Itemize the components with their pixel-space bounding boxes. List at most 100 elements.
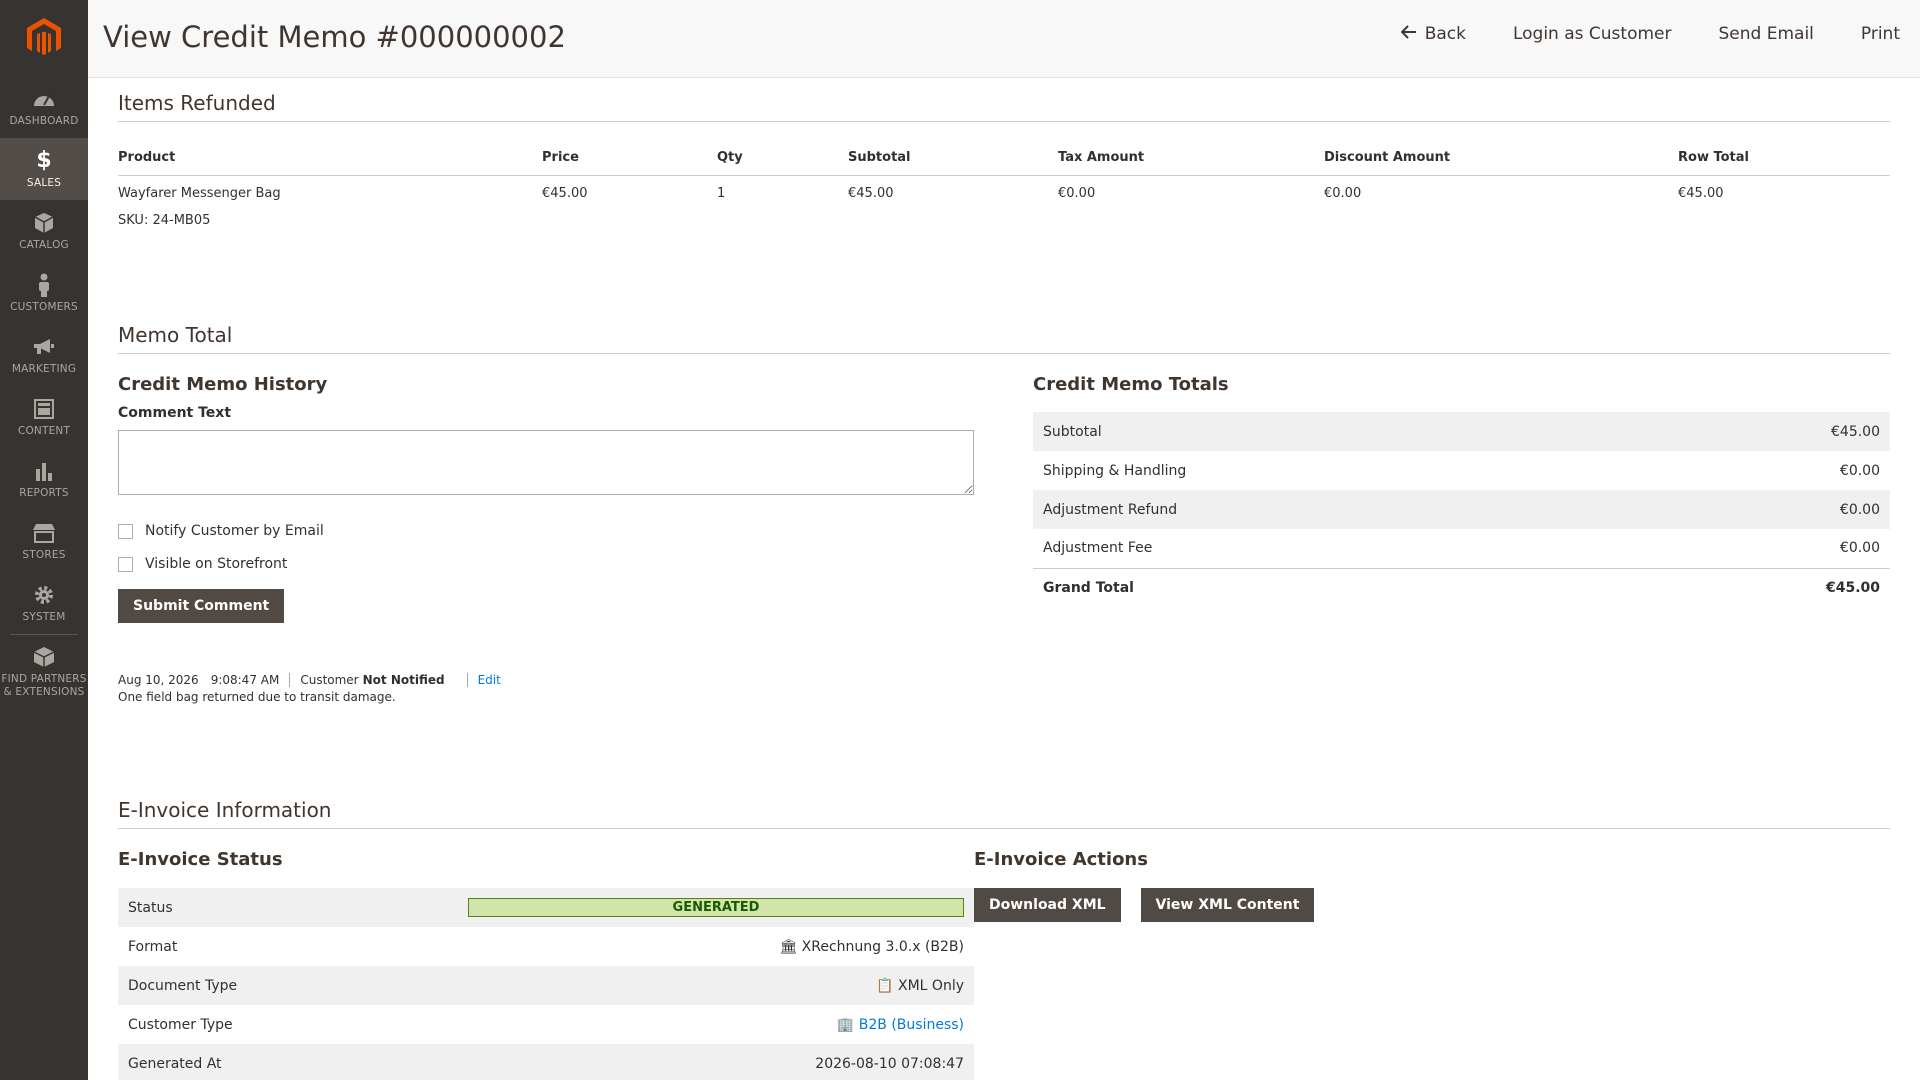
clipboard-icon: 📋 (876, 977, 894, 994)
status-value-cell: GENERATED (468, 888, 974, 927)
building-icon: 🏢 (836, 1016, 855, 1033)
einvoice-actions: E-Invoice Actions Download XML View XML … (974, 849, 1315, 1080)
customer-type-value: B2B (Business) (858, 1016, 964, 1033)
status-row: Status GENERATED (118, 888, 974, 927)
dollar-icon: $ (36, 148, 52, 173)
totals-value: €0.00 (1839, 540, 1880, 557)
history-time: 9:08:47 AM (210, 673, 280, 687)
history-customer-status: Not Notified (362, 673, 445, 687)
memo-total-title: Memo Total (118, 323, 1890, 354)
items-refunded-section: Items Refunded Product Price Qty Subtota… (118, 78, 1890, 228)
row-total-cell: €45.00 (1678, 186, 1724, 201)
totals-label: Shipping & Handling (1043, 462, 1187, 479)
sidebar-item-content[interactable]: CONTENT (0, 386, 88, 448)
notify-customer-label: Notify Customer by Email (145, 523, 324, 539)
document-type-value: XML Only (898, 977, 964, 994)
grand-total-row: Grand Total €45.00 (1033, 567, 1890, 607)
comment-text-label: Comment Text (118, 405, 232, 421)
header-actions: Back Login as Customer Send Email Print (1400, 24, 1900, 44)
notify-customer-row[interactable]: Notify Customer by Email (118, 523, 975, 539)
print-button[interactable]: Print (1861, 24, 1900, 44)
history-entry: Aug 10, 2026 9:08:47 AM Customer Not Not… (118, 673, 975, 704)
sidebar-item-marketing[interactable]: MARKETING (0, 324, 88, 386)
format-row: Format 🏛 XRechnung 3.0.x (B2B) (118, 927, 974, 966)
page-header: View Credit Memo #000000002 Back Login a… (88, 0, 1920, 78)
submit-comment-button[interactable]: Submit Comment (118, 589, 285, 623)
history-separator (466, 673, 468, 687)
einvoice-actions-title: E-Invoice Actions (974, 849, 1148, 870)
visible-storefront-label: Visible on Storefront (145, 556, 288, 572)
col-tax-amount: Tax Amount (1058, 140, 1324, 176)
items-refunded-title: Items Refunded (118, 91, 1890, 122)
history-edit-link[interactable]: Edit (478, 673, 501, 687)
magento-logo[interactable] (0, 0, 88, 76)
document-type-row: Document Type 📋 XML Only (118, 966, 974, 1005)
memo-total-section: Memo Total Credit Memo History Comment T… (118, 323, 1890, 704)
totals-value: €45.00 (1622, 412, 1890, 451)
sidebar-item-catalog[interactable]: CATALOG (0, 200, 88, 262)
store-icon (32, 521, 56, 545)
visible-storefront-row[interactable]: Visible on Storefront (118, 556, 975, 572)
sidebar-item-sales[interactable]: $ SALES (0, 138, 88, 200)
einvoice-section: E-Invoice Information E-Invoice Status S… (118, 798, 1890, 1080)
login-as-customer-button[interactable]: Login as Customer (1513, 24, 1672, 44)
document-type-value-cell: 📋 XML Only (468, 966, 974, 1005)
sidebar-item-reports[interactable]: REPORTS (0, 448, 88, 510)
history-separator (289, 673, 291, 687)
col-subtotal: Subtotal (848, 140, 1058, 176)
totals-label: Adjustment Refund (1033, 490, 1623, 529)
price-cell: €45.00 (542, 186, 588, 201)
totals-value: €0.00 (1839, 462, 1880, 479)
view-xml-content-button[interactable]: View XML Content (1140, 888, 1315, 922)
customer-type-row: Customer Type 🏢 B2B (Business) (118, 1005, 974, 1044)
sidebar-item-stores[interactable]: STORES (0, 510, 88, 572)
discount-cell: €0.00 (1324, 186, 1362, 201)
col-product: Product (118, 140, 542, 176)
einvoice-title: E-Invoice Information (118, 798, 1890, 829)
magento-logo-icon (27, 18, 61, 55)
download-xml-button[interactable]: Download XML (974, 888, 1121, 922)
qty-cell: 1 (717, 186, 726, 201)
sidebar-item-system[interactable]: SYSTEM (0, 572, 88, 634)
main-content: Items Refunded Product Price Qty Subtota… (118, 78, 1890, 1080)
table-row: Wayfarer Messenger Bag SKU: 24-MB05 €45.… (118, 176, 1890, 228)
totals-value: €0.00 (1622, 490, 1890, 529)
subtotal-cell: €45.00 (848, 186, 894, 201)
notify-customer-checkbox[interactable] (118, 523, 133, 539)
format-value-cell: 🏛 XRechnung 3.0.x (B2B) (468, 927, 974, 966)
dashboard-icon (32, 87, 56, 111)
sidebar-item-find-partners[interactable]: FIND PARTNERS & EXTENSIONS (0, 635, 88, 709)
send-email-button[interactable]: Send Email (1719, 24, 1814, 44)
comment-textarea[interactable] (118, 430, 974, 495)
back-button[interactable]: Back (1400, 24, 1466, 44)
admin-sidebar: DASHBOARD $ SALES CATALOG CUSTOMERS MARK… (0, 0, 88, 1080)
tax-cell: €0.00 (1058, 186, 1096, 201)
format-label: Format (128, 938, 178, 955)
person-icon (37, 273, 51, 297)
history-comment-text: One field bag returned due to transit da… (118, 690, 396, 704)
megaphone-icon (32, 335, 56, 359)
totals-row: Adjustment Fee €0.00 (1033, 529, 1890, 568)
arrow-left-icon (1400, 24, 1417, 44)
totals-row: Adjustment Refund €0.00 (1033, 490, 1890, 529)
bar-chart-icon (34, 459, 54, 483)
generated-at-row: Generated At 2026-08-10 07:08:47 (118, 1044, 974, 1080)
totals-row: Subtotal €45.00 (1033, 412, 1890, 451)
totals-table: Subtotal €45.00 Shipping & Handling €0.0… (1033, 412, 1890, 607)
customer-type-label: Customer Type (128, 1016, 233, 1033)
product-sku: SKU: 24-MB05 (118, 213, 211, 228)
col-discount-amount: Discount Amount (1324, 140, 1678, 176)
status-label: Status (118, 888, 468, 927)
sidebar-item-dashboard[interactable]: DASHBOARD (0, 76, 88, 138)
sidebar-item-customers[interactable]: CUSTOMERS (0, 262, 88, 324)
customer-type-value-cell: 🏢 B2B (Business) (468, 1005, 974, 1044)
layout-icon (34, 397, 54, 421)
product-name: Wayfarer Messenger Bag (118, 186, 281, 201)
grand-total-value: €45.00 (1622, 567, 1890, 607)
page-title: View Credit Memo #000000002 (103, 20, 566, 54)
product-cell: Wayfarer Messenger Bag SKU: 24-MB05 (118, 176, 542, 228)
totals-row: Shipping & Handling €0.00 (1033, 451, 1890, 490)
document-type-label: Document Type (118, 966, 468, 1005)
bank-icon: 🏛 (779, 938, 798, 955)
visible-storefront-checkbox[interactable] (118, 556, 133, 572)
